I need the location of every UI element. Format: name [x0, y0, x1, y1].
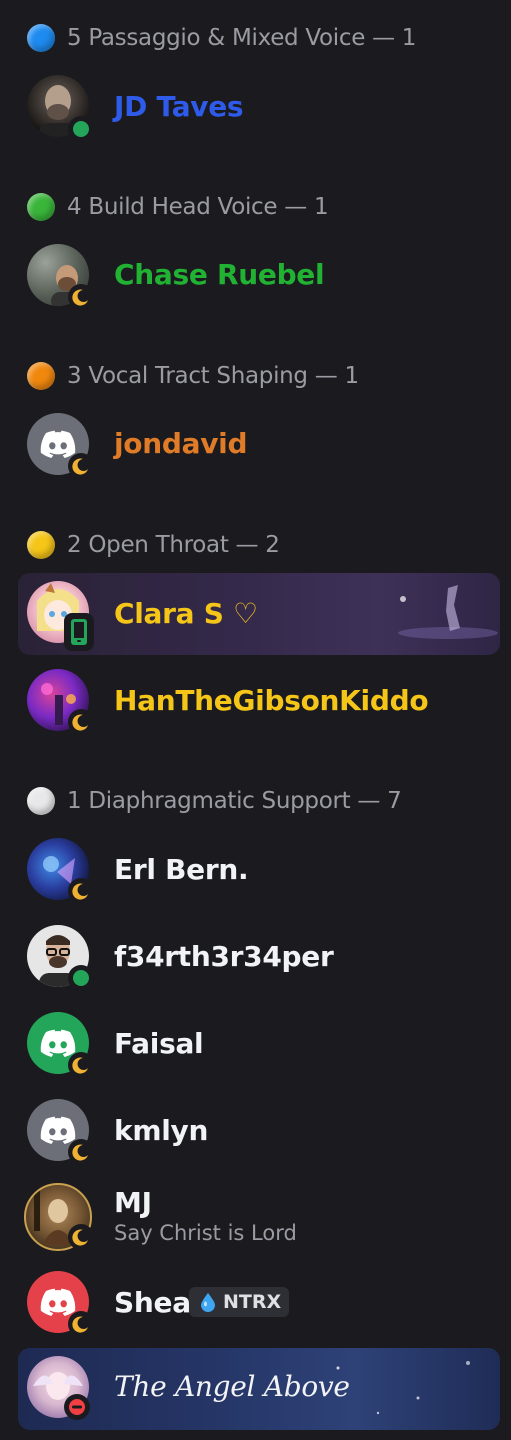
online-status-icon — [68, 116, 94, 142]
member-name: The Angel Above — [114, 1370, 350, 1403]
blue-circle-icon — [27, 24, 55, 52]
idle-status-icon — [68, 1052, 94, 1078]
orange-circle-icon — [27, 362, 55, 390]
member-name: Erl Bern. — [114, 853, 249, 886]
role-header-open-throat: 2 Open Throat — 2 — [27, 530, 280, 560]
member-jondavid[interactable]: jondavid — [0, 407, 511, 485]
member-name: Chase Ruebel — [114, 258, 325, 291]
member-name: Clara S ♡ — [114, 597, 258, 630]
dnd-status-icon — [64, 1394, 90, 1420]
role-header-vocal-tract: 3 Vocal Tract Shaping — 1 — [27, 361, 359, 391]
member-name: MJ — [114, 1186, 152, 1219]
idle-status-icon — [68, 1224, 94, 1250]
discord-logo-icon — [40, 430, 76, 458]
role-header-passaggio: 5 Passaggio & Mixed Voice — 1 — [27, 23, 416, 53]
idle-status-icon — [68, 709, 94, 735]
member-jd-taves[interactable]: JD Taves — [0, 68, 511, 146]
member-chase-ruebel[interactable]: Chase Ruebel — [0, 238, 511, 316]
role-header-diaphragmatic: 1 Diaphragmatic Support — 7 — [27, 786, 402, 816]
idle-status-icon — [68, 1139, 94, 1165]
discord-logo-icon — [40, 1029, 76, 1057]
online-status-icon — [68, 965, 94, 991]
member-f34rth3r34per[interactable]: f34rth3r34per — [0, 918, 511, 996]
role-header-label: 1 Diaphragmatic Support — 7 — [67, 788, 402, 814]
mobile-status-icon — [64, 613, 94, 651]
member-name: f34rth3r34per — [114, 940, 334, 973]
custom-status-text: Say Christ is Lord — [114, 1221, 297, 1245]
idle-status-icon — [68, 878, 94, 904]
role-header-label: 3 Vocal Tract Shaping — 1 — [67, 363, 359, 389]
member-mj[interactable]: MJ Say Christ is Lord — [0, 1178, 511, 1256]
water-drop-icon — [201, 1293, 215, 1312]
member-the-angel-above[interactable]: The Angel Above — [0, 1348, 511, 1430]
yellow-circle-icon — [27, 531, 55, 559]
green-circle-icon — [27, 193, 55, 221]
member-name: JD Taves — [114, 90, 244, 123]
server-tag-label: NTRX — [223, 1291, 282, 1313]
member-name: jondavid — [114, 427, 248, 460]
member-clara-s[interactable]: Clara S ♡ — [0, 573, 511, 655]
member-kmlyn[interactable]: kmlyn — [0, 1092, 511, 1170]
role-header-label: 4 Build Head Voice — 1 — [67, 194, 329, 220]
member-erl-bern[interactable]: Erl Bern. — [0, 831, 511, 909]
member-name: HanTheGibsonKiddo — [114, 684, 429, 717]
idle-status-icon — [68, 453, 94, 479]
role-header-build-head-voice: 4 Build Head Voice — 1 — [27, 192, 329, 222]
discord-logo-icon — [40, 1116, 76, 1144]
member-shea[interactable]: Shea NTRX — [0, 1265, 511, 1343]
member-name: Faisal — [114, 1027, 204, 1060]
idle-status-icon — [68, 1311, 94, 1337]
white-circle-icon — [27, 787, 55, 815]
discord-logo-icon — [40, 1288, 76, 1316]
member-name: kmlyn — [114, 1114, 209, 1147]
member-name: Shea — [114, 1286, 191, 1319]
role-header-label: 5 Passaggio & Mixed Voice — 1 — [67, 25, 417, 51]
idle-status-icon — [68, 284, 94, 310]
role-header-label: 2 Open Throat — 2 — [67, 532, 280, 558]
member-faisal[interactable]: Faisal — [0, 1005, 511, 1083]
server-tag[interactable]: NTRX — [189, 1287, 290, 1317]
member-hanthegibsonkiddo[interactable]: HanTheGibsonKiddo — [0, 662, 511, 740]
